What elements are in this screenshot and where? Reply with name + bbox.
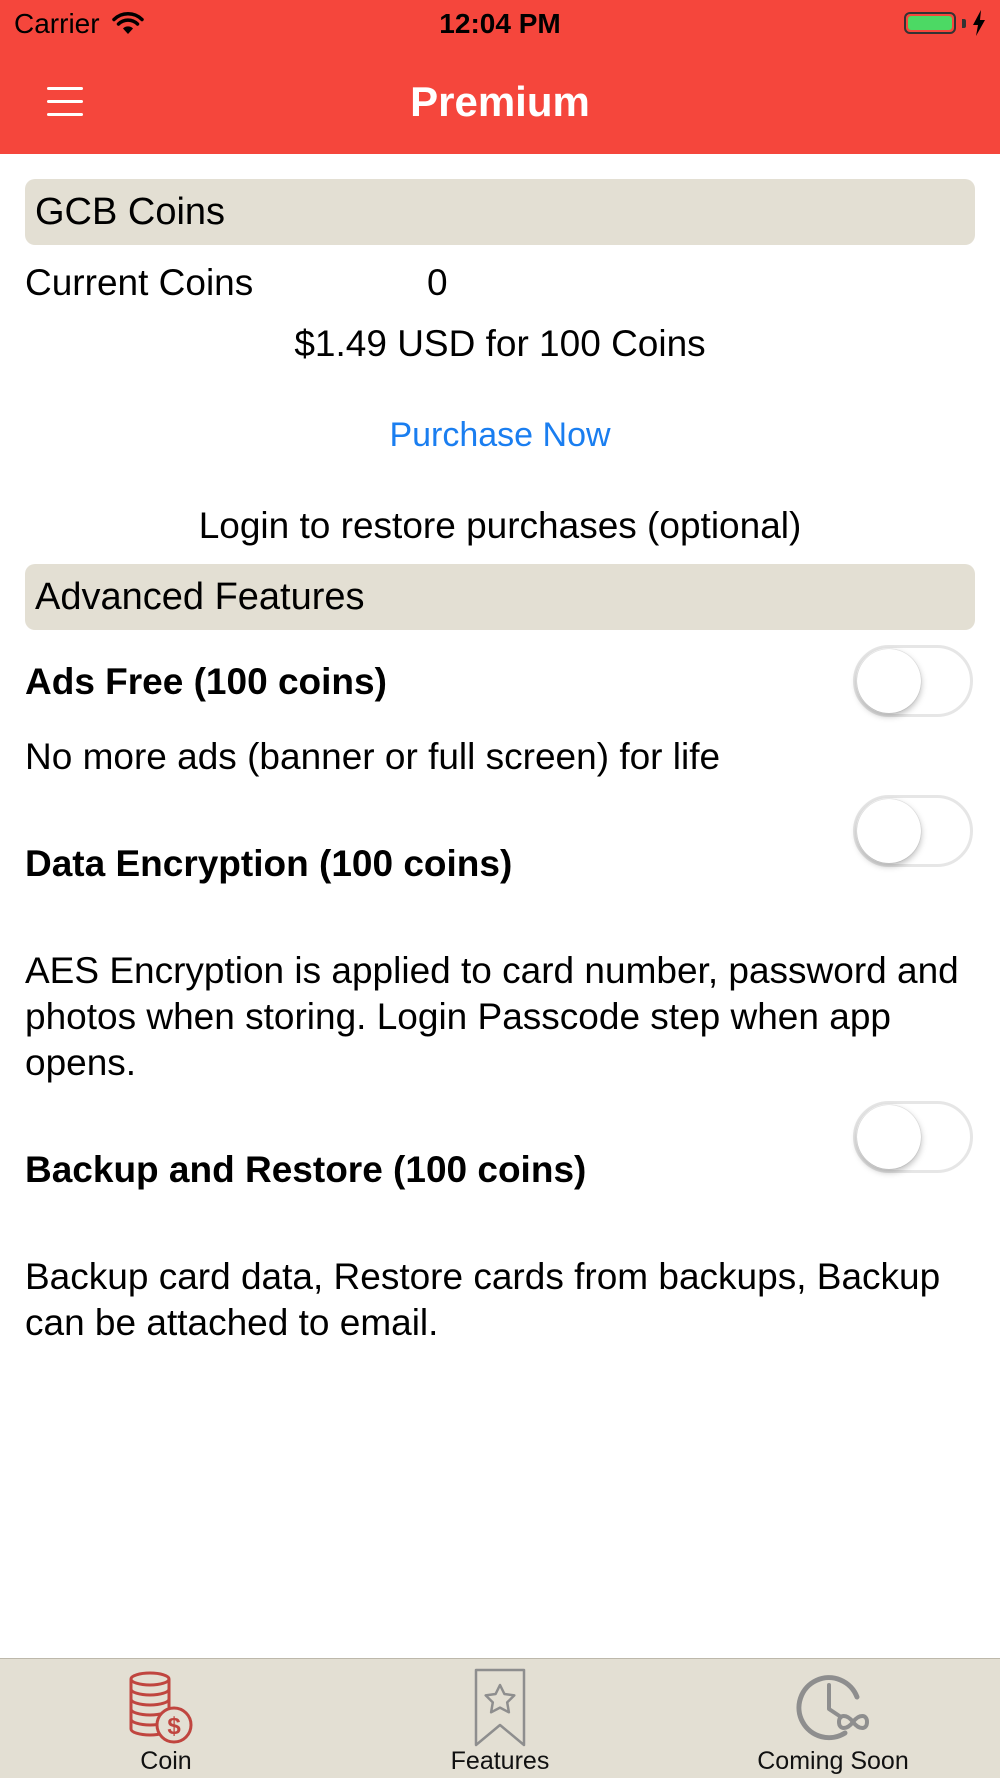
purchase-now-button[interactable]: Purchase Now — [0, 412, 1000, 458]
feature-description-ads-free: No more ads (banner or full screen) for … — [25, 736, 721, 777]
price-text: $1.49 USD for 100 Coins — [294, 323, 706, 364]
tab-coin-label: Coin — [140, 1747, 192, 1775]
current-coins-label: Current Coins — [25, 262, 254, 303]
tab-features-label: Features — [450, 1747, 550, 1775]
feature-title-data-encryption: Data Encryption (100 coins) — [25, 843, 513, 884]
current-coins-value: 0 — [427, 262, 448, 303]
tab-coming-soon-label: Coming Soon — [757, 1747, 909, 1775]
features-section-header: Advanced Features — [25, 564, 975, 630]
feature-title-backup-restore: Backup and Restore (100 coins) — [25, 1149, 587, 1190]
svg-text:$: $ — [167, 1713, 181, 1740]
clock-infinity-icon — [796, 1675, 870, 1741]
coins-dollar-icon: $ — [129, 1671, 193, 1744]
feature-title-ads-free: Ads Free (100 coins) — [25, 661, 387, 702]
battery-indicator — [904, 10, 986, 36]
data-encryption-toggle[interactable] — [853, 795, 973, 867]
backup-restore-toggle[interactable] — [853, 1101, 973, 1173]
page-title: Premium — [410, 78, 590, 125]
battery-icon — [904, 12, 956, 34]
feature-description-backup-restore: Backup card data, Restore cards from bac… — [25, 1256, 941, 1343]
tab-coin[interactable]: $ Coin — [36, 1659, 296, 1779]
ads-free-toggle[interactable] — [853, 645, 973, 717]
status-bar: Carrier 12:04 PM — [0, 0, 1000, 50]
navigation-bar: Premium — [0, 50, 1000, 154]
login-restore-text[interactable]: Login to restore purchases (optional) — [0, 503, 1000, 549]
tab-bar: $ Coin Features Coming Soon — [0, 1658, 1000, 1778]
feature-description-data-encryption: AES Encryption is applied to card number… — [25, 950, 959, 1083]
tab-features[interactable]: Features — [370, 1659, 630, 1779]
coins-section-header: GCB Coins — [25, 179, 975, 245]
bookmark-star-icon — [474, 1668, 526, 1747]
charging-bolt-icon — [973, 10, 985, 36]
status-time: 12:04 PM — [439, 8, 561, 39]
tab-coming-soon[interactable]: Coming Soon — [703, 1659, 963, 1779]
